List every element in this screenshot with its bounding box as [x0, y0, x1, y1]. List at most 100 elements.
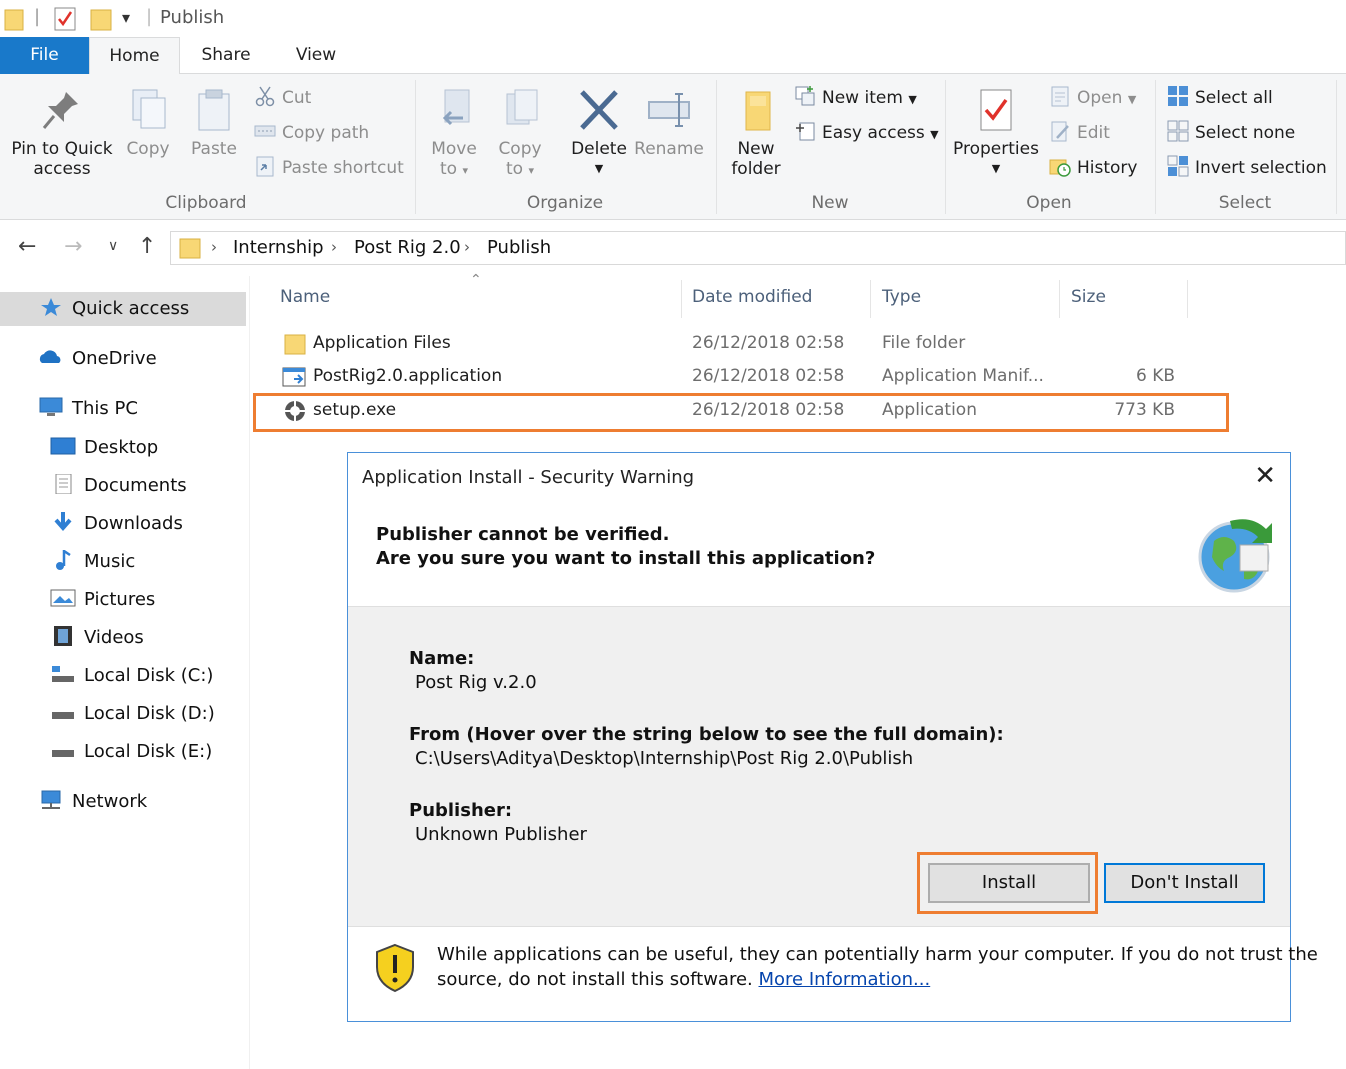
nav-item-music[interactable]: Music: [50, 545, 135, 579]
up-arrow-icon[interactable]: ↑: [138, 234, 156, 259]
rename-button[interactable]: Rename: [634, 88, 704, 159]
select-none-button[interactable]: Select none: [1167, 120, 1295, 146]
paste-shortcut-button[interactable]: Paste shortcut: [254, 155, 404, 181]
security-warning-dialog: Application Install - Security Warning ✕…: [347, 452, 1318, 1022]
breadcrumb-chevron-icon[interactable]: ›: [464, 238, 470, 256]
easy-access-icon: [796, 122, 815, 141]
new-folder-button[interactable]: New folder: [726, 88, 786, 179]
column-header-date[interactable]: Date modified: [692, 287, 812, 307]
back-arrow-icon[interactable]: ←: [18, 234, 36, 259]
column-divider[interactable]: [870, 280, 871, 318]
address-bar[interactable]: › Internship › Post Rig 2.0 › Publish: [170, 231, 1346, 265]
breadcrumb-item-publish[interactable]: Publish: [487, 237, 551, 258]
column-header-size[interactable]: Size: [1071, 287, 1106, 307]
close-icon[interactable]: ✕: [1254, 461, 1276, 491]
nav-item-quick-access[interactable]: Quick access: [0, 292, 246, 326]
pin-label-1: Pin to Quick: [11, 139, 113, 159]
breadcrumb-chevron-icon[interactable]: ›: [331, 238, 337, 256]
footer-warning-line-1: While applications can be useful, they c…: [437, 944, 1318, 965]
delete-label: Delete: [571, 139, 627, 159]
from-value[interactable]: C:\Users\Aditya\Desktop\Internship\Post …: [415, 748, 913, 769]
file-type: Application Manif...: [882, 366, 1044, 386]
clipboard-group-label: Clipboard: [165, 193, 247, 213]
copy-path-button[interactable]: Copy path: [254, 120, 369, 146]
highlight-install-button: [917, 852, 1098, 914]
nav-item-desktop[interactable]: Desktop: [50, 431, 158, 465]
dialog-heading-2: Are you sure you want to install this ap…: [376, 548, 876, 569]
this-pc-label: This PC: [72, 398, 138, 419]
sort-ascending-icon: ⌃: [470, 272, 482, 288]
tab-view[interactable]: View: [276, 37, 356, 74]
copy-button[interactable]: Copy: [122, 88, 174, 159]
organize-group-label: Organize: [526, 193, 604, 213]
file-name: Application Files: [313, 333, 451, 353]
title-bar: | ▾ | Publish: [0, 0, 1346, 38]
ribbon: Pin to Quick access Copy Paste Cut Copy …: [0, 74, 1346, 220]
invert-selection-button[interactable]: Invert selection: [1167, 155, 1327, 181]
breadcrumb-chevron-icon[interactable]: ›: [211, 238, 217, 256]
customize-toolbar-icon[interactable]: ▾: [122, 8, 130, 27]
nav-item-pictures[interactable]: Pictures: [50, 583, 155, 617]
tab-share[interactable]: Share: [186, 37, 266, 74]
desktop-label: Desktop: [84, 437, 159, 458]
more-information-link[interactable]: More Information...: [759, 969, 931, 990]
move-to-label-2: to ▾: [424, 159, 484, 181]
tab-file[interactable]: File: [0, 37, 89, 74]
forward-arrow-icon[interactable]: →: [64, 234, 82, 259]
navigation-bar: ← → ∨ ↑ › Internship › Post Rig 2.0 › Pu…: [0, 220, 1346, 276]
nav-item-local-disk-d[interactable]: Local Disk (D:): [50, 697, 215, 731]
breadcrumb-item-post-rig[interactable]: Post Rig 2.0: [354, 237, 461, 258]
nav-item-onedrive[interactable]: OneDrive: [38, 342, 157, 376]
local-disk-c-label: Local Disk (C:): [84, 665, 214, 686]
new-item-button[interactable]: New item ▼: [794, 85, 917, 111]
chevron-down-icon: ▼: [908, 93, 917, 106]
dont-install-button[interactable]: Don't Install: [1104, 863, 1265, 903]
properties-check-icon[interactable]: [54, 6, 76, 32]
nav-item-this-pc[interactable]: This PC: [38, 392, 138, 426]
move-to-label-2-text: to: [439, 159, 458, 179]
file-row[interactable]: Application Files 26/12/2018 02:58 File …: [280, 329, 1180, 359]
dialog-heading-1: Publisher cannot be verified.: [376, 524, 670, 545]
pin-label-2: access: [33, 159, 91, 179]
easy-access-button[interactable]: Easy access ▼: [794, 120, 939, 146]
paste-icon: [198, 89, 230, 131]
drive-icon: [52, 712, 74, 719]
delete-button[interactable]: Delete ▼: [568, 88, 630, 179]
edit-button[interactable]: Edit: [1049, 120, 1110, 146]
pin-to-quick-access-button[interactable]: Pin to Quick access: [6, 88, 118, 179]
file-date: 26/12/2018 02:58: [692, 366, 845, 386]
breadcrumb-item-internship[interactable]: Internship: [233, 237, 324, 258]
downloads-arrow-icon: [54, 512, 72, 532]
nav-item-videos[interactable]: Videos: [50, 621, 144, 655]
history-button[interactable]: History: [1049, 155, 1137, 181]
properties-button[interactable]: Properties ▼: [950, 88, 1042, 179]
column-divider[interactable]: [1187, 280, 1188, 318]
nav-item-downloads[interactable]: Downloads: [50, 507, 183, 541]
invert-selection-label: Invert selection: [1195, 158, 1327, 178]
cut-button[interactable]: Cut: [254, 85, 311, 111]
tab-home[interactable]: Home: [89, 37, 180, 75]
column-header-name[interactable]: Name: [280, 287, 330, 307]
network-icon: [41, 790, 61, 809]
downloads-label: Downloads: [84, 513, 183, 534]
column-divider[interactable]: [681, 280, 682, 318]
nav-item-local-disk-e[interactable]: Local Disk (E:): [50, 735, 212, 769]
file-row[interactable]: PostRig2.0.application 26/12/2018 02:58 …: [280, 362, 1180, 392]
select-all-button[interactable]: Select all: [1167, 85, 1273, 111]
file-name: PostRig2.0.application: [313, 366, 503, 386]
ribbon-separator: [945, 80, 946, 214]
open-button[interactable]: Open ▼: [1049, 85, 1136, 111]
dialog-title: Application Install - Security Warning: [362, 467, 695, 488]
paste-button[interactable]: Paste: [186, 88, 242, 159]
recent-locations-chevron-icon[interactable]: ∨: [108, 238, 118, 254]
move-to-button[interactable]: Move to ▾: [424, 88, 484, 181]
nav-item-network[interactable]: Network: [38, 785, 147, 819]
nav-item-documents[interactable]: Documents: [50, 469, 187, 503]
select-all-label: Select all: [1195, 88, 1273, 108]
column-divider[interactable]: [1059, 280, 1060, 318]
copy-to-button[interactable]: Copy to ▾: [490, 88, 550, 181]
new-folder-icon: [745, 91, 771, 131]
new-folder-icon[interactable]: [90, 6, 112, 32]
nav-item-local-disk-c[interactable]: Local Disk (C:): [50, 659, 213, 693]
column-header-type[interactable]: Type: [882, 287, 921, 307]
